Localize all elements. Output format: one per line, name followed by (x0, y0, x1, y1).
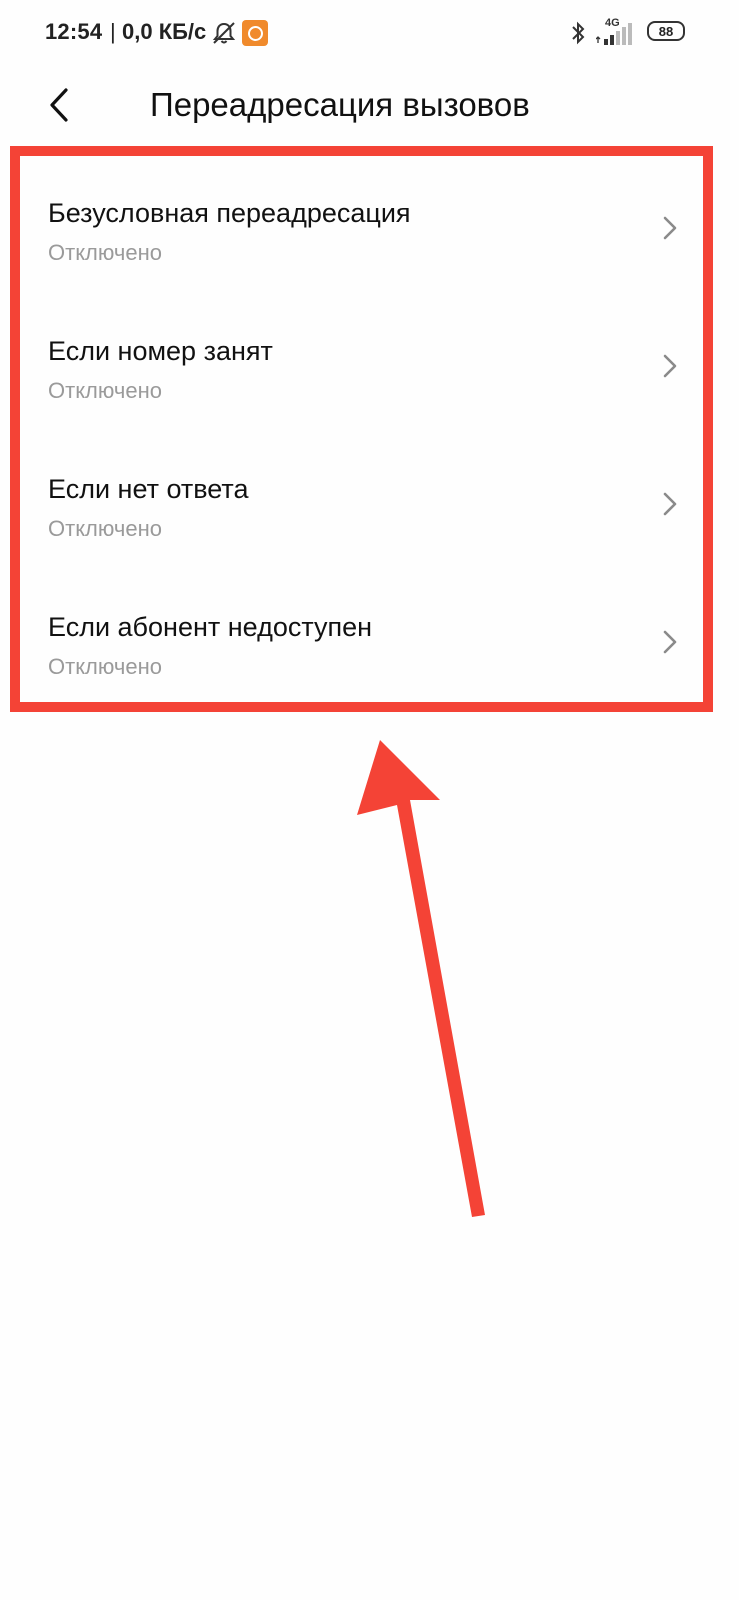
screen: 12:54 | 0,0 КБ/с 4G 88 Переадресация выз… (0, 0, 739, 1600)
status-separator: | (110, 19, 116, 44)
network-type-label: 4G (605, 17, 620, 29)
bell-muted-icon (212, 22, 236, 44)
battery-level: 88 (658, 23, 674, 39)
battery-icon: 88 (647, 21, 685, 41)
annotation-arrow (357, 740, 485, 1217)
status-network-speed: 0,0 КБ/с (122, 19, 207, 44)
status-bar: 12:54 | 0,0 КБ/с 4G 88 (0, 0, 739, 66)
page-title: Переадресация вызовов (150, 86, 530, 123)
back-button[interactable] (44, 86, 78, 124)
highlight-frame (10, 146, 713, 712)
bluetooth-icon (572, 21, 585, 45)
status-time: 12:54 (45, 19, 103, 44)
app-notification-icon (242, 20, 268, 46)
